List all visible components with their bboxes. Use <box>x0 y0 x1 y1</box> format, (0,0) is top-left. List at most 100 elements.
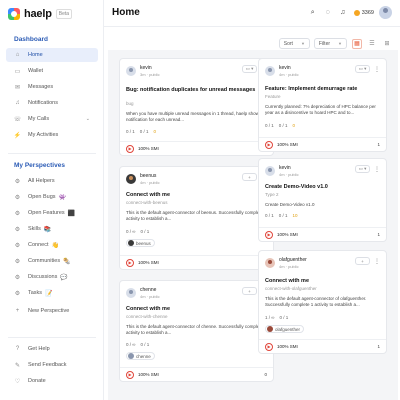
calls-stat: 0 / 1 <box>140 229 150 234</box>
play-icon[interactable]: ▶ <box>265 230 273 239</box>
vote-count[interactable]: 1 <box>377 344 380 349</box>
user-avatar[interactable] <box>379 6 392 19</box>
sidebar-item-label: Wallet <box>28 68 44 74</box>
chevron-down-icon[interactable]: ⌄ <box>86 116 90 122</box>
more-options-icon[interactable]: ⋮ <box>374 258 380 265</box>
bell-icon[interactable]: ♫ <box>337 7 349 19</box>
footer-label: Send Feedback <box>28 362 67 368</box>
helper-card[interactable]: kevin 3m · public ▭ ▾ ⋮ Bug: notificatio… <box>119 58 274 156</box>
card-title[interactable]: Bug: notification duplicates for unread … <box>126 87 266 94</box>
send-feedback-link[interactable]: ✎ Send Feedback <box>6 358 98 372</box>
author-name: olafguenther <box>279 257 307 263</box>
card-author[interactable]: olafguenther 4m · public <box>265 257 307 269</box>
add-contact-button[interactable]: + <box>242 173 257 181</box>
wave-emoji-icon: 👋 <box>51 242 59 249</box>
helper-card[interactable]: chenne 4m · public + ⋮ Connect with me c… <box>119 280 274 382</box>
play-icon[interactable]: ▶ <box>126 144 134 153</box>
sidebar-item-my-calls[interactable]: ☏ My Calls ⌄ <box>6 112 98 126</box>
user-tag[interactable]: chenne <box>126 352 155 360</box>
coin-balance[interactable]: 3369 <box>362 10 374 16</box>
list-view-icon[interactable]: ☰ <box>367 39 377 49</box>
reward-stat: 10 <box>292 213 298 218</box>
smi-value: 100% SMI <box>277 232 298 237</box>
avatar <box>265 66 275 76</box>
helper-card[interactable]: kevin 4m · public ▭ ▾ ⋮ Feature: Impleme… <box>258 58 387 152</box>
follow-button[interactable]: ▭ ▾ <box>242 65 257 73</box>
phone-icon: ☏ <box>13 116 22 123</box>
add-contact-button[interactable]: + <box>355 257 370 265</box>
perspective-item-open-features[interactable]: ⚙ Open Features ⬛ <box>6 206 98 220</box>
author-name: beenus <box>140 173 157 179</box>
perspective-item-connect[interactable]: ⚙ Connect 👋 <box>6 238 98 252</box>
new-perspective-button[interactable]: + New Perspective <box>6 304 98 318</box>
add-contact-button[interactable]: + <box>242 287 257 295</box>
masonry-view-icon[interactable]: ▦ <box>352 38 362 49</box>
perspective-item-skills[interactable]: ⚙ Skills 📚 <box>6 222 98 236</box>
card-title[interactable]: Connect with me <box>126 192 170 199</box>
filter-select[interactable]: Filter ▼ <box>313 38 347 49</box>
user-tag[interactable]: olafguenther <box>265 325 305 333</box>
footer-label: Donate <box>28 378 46 384</box>
heart-icon: ♡ <box>14 378 21 385</box>
gear-icon: ⚙ <box>14 178 21 185</box>
play-icon[interactable]: ▶ <box>126 370 134 379</box>
chat-icon[interactable]: ◌ <box>322 7 334 19</box>
top-header: Home ⌕ ◌ ♫ 3369 <box>104 0 400 26</box>
post-meta: 4m · public <box>279 264 299 269</box>
dashboard-nav: ⌂ Home ▭ Wallet ✉ Messages ♫ Notificatio… <box>6 48 98 144</box>
card-description: Currently planned: 7% depreciation of HP… <box>265 104 376 115</box>
logo[interactable]: haelp Beta <box>8 6 73 22</box>
footer-nav: ? Get Help ✎ Send Feedback ♡ Donate <box>6 342 98 390</box>
helper-card[interactable]: kevin 4m · public ▭ ▾ ⋮ Create Demo-Vide… <box>258 158 387 242</box>
sidebar-item-notifications[interactable]: ♫ Notifications <box>6 96 98 110</box>
vote-count[interactable]: 1 <box>377 232 380 237</box>
footer-label: Get Help <box>28 346 50 352</box>
more-options-icon[interactable]: ⋮ <box>374 66 380 73</box>
card-title[interactable]: Create Demo-Video v1.0 <box>265 184 328 191</box>
perspective-item-open-bugs[interactable]: ⚙ Open Bugs 👾 <box>6 190 98 204</box>
post-meta: 4m · public <box>140 294 160 299</box>
card-footer: ▶ 100% SMI 1 <box>259 137 386 151</box>
card-author[interactable]: chenne 4m · public <box>126 287 160 299</box>
sidebar-item-wallet[interactable]: ▭ Wallet <box>6 64 98 78</box>
vote-count[interactable]: 1 <box>377 142 380 147</box>
card-title[interactable]: Connect with me <box>265 278 309 285</box>
perspective-item-tasks[interactable]: ⚙ Tasks 📝 <box>6 286 98 300</box>
perspective-item-communities[interactable]: ⚙ Communities 🌯 <box>6 254 98 268</box>
play-icon[interactable]: ▶ <box>265 140 273 149</box>
card-author[interactable]: beenus 4m · public <box>126 173 160 185</box>
perspective-item-discussions[interactable]: ⚙ Discussions 💬 <box>6 270 98 284</box>
play-icon[interactable]: ▶ <box>265 342 273 351</box>
card-author[interactable]: kevin 4m · public <box>265 165 299 177</box>
card-title[interactable]: Connect with me <box>126 306 170 313</box>
card-footer: ▶ 100% SMI 0 <box>120 141 273 155</box>
perspective-item-all-helpers[interactable]: ⚙ All Helpers <box>6 174 98 188</box>
participants-stat: 0 / ∞ <box>126 342 136 347</box>
sidebar-item-my-activities[interactable]: ⚡ My Activities <box>6 128 98 142</box>
follow-button[interactable]: ▭ ▾ <box>355 65 370 73</box>
card-author[interactable]: kevin 4m · public <box>265 65 299 77</box>
get-help-link[interactable]: ? Get Help <box>6 342 98 356</box>
helper-card[interactable]: beenus 4m · public + ⋮ Connect with me c… <box>119 166 274 270</box>
helper-card[interactable]: olafguenther 4m · public + ⋮ Connect wit… <box>258 250 387 354</box>
participants-stat: 0 / ∞ <box>126 229 136 234</box>
donate-link[interactable]: ♡ Donate <box>6 374 98 388</box>
sort-select[interactable]: Sort ▼ <box>278 38 310 49</box>
user-tag[interactable]: beenus <box>126 239 155 247</box>
card-title[interactable]: Feature: Implement demurrage rate <box>265 86 383 93</box>
vote-count[interactable]: 0 <box>264 372 267 377</box>
play-icon[interactable]: ▶ <box>126 258 134 267</box>
sidebar-item-messages[interactable]: ✉ Messages <box>6 80 98 94</box>
sidebar-item-label: Messages <box>28 84 54 90</box>
perspectives-nav: ⚙ All Helpers ⚙ Open Bugs 👾 ⚙ Open Featu… <box>6 174 98 320</box>
gear-icon: ⚙ <box>14 194 21 201</box>
grid-view-icon[interactable]: ⊞ <box>382 39 392 49</box>
sidebar-item-home[interactable]: ⌂ Home <box>6 48 98 62</box>
reward-stat: 0 <box>292 123 296 128</box>
burrito-emoji-icon: 🌯 <box>63 258 71 265</box>
help-icon: ? <box>15 346 20 352</box>
follow-button[interactable]: ▭ ▾ <box>355 165 370 173</box>
card-author[interactable]: kevin 3m · public <box>126 65 160 77</box>
search-icon[interactable]: ⌕ <box>307 7 319 19</box>
more-options-icon[interactable]: ⋮ <box>374 166 380 173</box>
